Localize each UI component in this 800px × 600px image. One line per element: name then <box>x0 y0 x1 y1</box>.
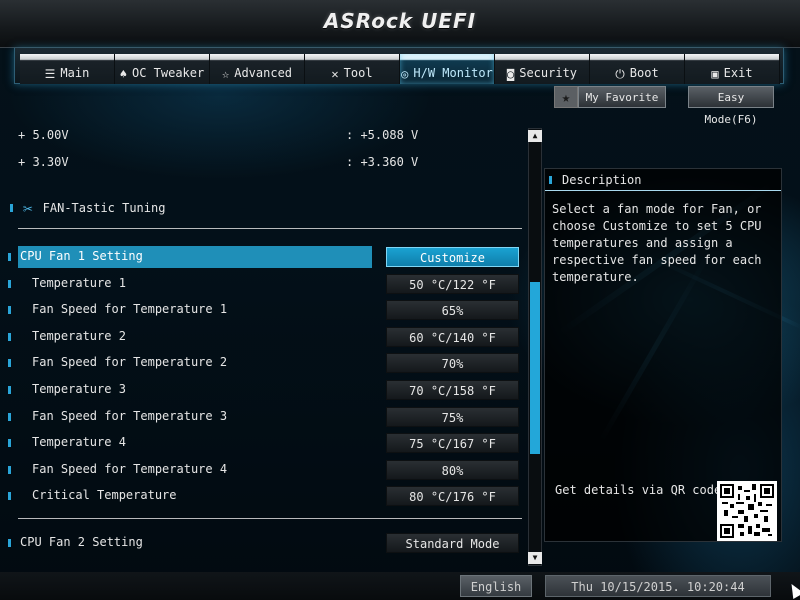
tab-main[interactable]: ☰ Main <box>20 54 115 84</box>
tab-label: OC Tweaker <box>131 66 205 80</box>
favorite-star-icon[interactable]: ★ <box>554 86 578 108</box>
setting-label: Fan Speed for Temperature 2 <box>32 355 228 369</box>
easy-mode-button[interactable]: Easy Mode(F6) <box>688 86 774 126</box>
divider <box>18 518 522 519</box>
voltage-label: + 5.00V <box>18 128 69 142</box>
language-selector[interactable]: English <box>460 575 532 597</box>
row-marker <box>10 204 13 212</box>
setting-label: CPU Fan 2 Setting <box>20 535 143 549</box>
tab-oc-tweaker[interactable]: ♠ OC Tweaker <box>115 54 210 84</box>
tab-tool[interactable]: ✕ Tool <box>305 54 400 84</box>
setting-value[interactable]: 70% <box>386 353 519 373</box>
wrench-icon: ✂ <box>23 198 33 218</box>
shield-icon: ◙ <box>506 67 515 81</box>
voltage-label: + 3.30V <box>18 155 69 169</box>
scroll-up-arrow-icon[interactable]: ▲ <box>528 130 542 142</box>
tab-label: Main <box>60 66 90 80</box>
setting-value[interactable]: 80% <box>386 460 519 480</box>
setting-row[interactable]: Temperature 2 60 °C/140 °F <box>6 326 522 348</box>
setting-label: Temperature 4 <box>32 435 126 449</box>
qr-label: Get details via QR code <box>555 483 722 497</box>
tab-boot[interactable]: ⏻ Boot <box>590 54 685 84</box>
setting-value[interactable]: 50 °C/122 °F <box>386 274 519 294</box>
description-text: Select a fan mode for Fan, or choose Cus… <box>552 202 762 284</box>
setting-value[interactable]: 80 °C/176 °F <box>386 486 519 506</box>
row-marker <box>8 386 11 394</box>
setting-label: Temperature 3 <box>32 382 126 396</box>
row-marker <box>8 253 11 261</box>
divider <box>18 228 522 229</box>
main-tabs: ☰ Main ♠ OC Tweaker ☆ Advanced ✕ Tool ◎ H/W Monit… <box>20 54 780 84</box>
setting-row[interactable]: Fan Speed for Temperature 2 70% <box>6 352 522 374</box>
setting-label: Critical Temperature <box>32 488 177 502</box>
tab-label: H/W Monitor <box>413 66 493 80</box>
date-time-display: Thu 10/15/2015. 10:20:44 <box>545 575 771 597</box>
setting-value[interactable]: 60 °C/140 °F <box>386 327 519 347</box>
row-marker <box>8 439 11 447</box>
section-title: FAN-Tastic Tuning <box>42 201 166 215</box>
row-marker <box>8 333 11 341</box>
tab-exit[interactable]: ▣ Exit <box>685 54 780 84</box>
setting-value[interactable]: 65% <box>386 300 519 320</box>
description-header: Description <box>545 169 781 191</box>
tab-h-w-monitor[interactable]: ◎ H/W Monitor <box>400 54 495 84</box>
tab-advanced[interactable]: ☆ Advanced <box>210 54 305 84</box>
voltage-value: : +3.360 V <box>346 155 419 169</box>
fan-tastic-tuning-section[interactable]: ✂ FAN-Tastic Tuning <box>10 198 165 218</box>
exit-icon: ▣ <box>711 67 719 81</box>
setting-row[interactable]: Fan Speed for Temperature 3 75% <box>6 406 522 428</box>
setting-value[interactable]: 75 °C/167 °F <box>386 433 519 453</box>
tools-icon: ✕ <box>331 67 339 81</box>
scroll-down-arrow-icon[interactable]: ▼ <box>528 552 542 564</box>
setting-value[interactable]: Customize <box>386 247 519 267</box>
setting-label: Temperature 1 <box>32 276 126 290</box>
row-marker <box>8 492 11 500</box>
setting-label: Temperature 2 <box>32 329 126 343</box>
setting-row[interactable]: Fan Speed for Temperature 1 65% <box>6 299 522 321</box>
my-favorite-button[interactable]: My Favorite <box>578 86 666 108</box>
power-icon: ⏻ <box>615 67 625 81</box>
row-marker <box>8 466 11 474</box>
setting-row[interactable]: Temperature 4 75 °C/167 °F <box>6 432 522 454</box>
setting-value[interactable]: 75% <box>386 407 519 427</box>
setting-value[interactable]: 70 °C/158 °F <box>386 380 519 400</box>
row-marker <box>8 280 11 288</box>
tab-label: Tool <box>343 66 373 80</box>
list-icon: ☰ <box>44 67 56 81</box>
setting-label: Fan Speed for Temperature 3 <box>32 409 228 423</box>
setting-row-cpu-fan-2[interactable]: CPU Fan 2 Setting Standard Mode <box>6 532 522 554</box>
tab-label: Security <box>519 66 578 80</box>
voltage-value: : +5.088 V <box>346 128 419 142</box>
setting-value[interactable]: Standard Mode <box>386 533 519 553</box>
setting-row[interactable]: Critical Temperature 80 °C/176 °F <box>6 485 522 507</box>
globe-icon: ◎ <box>401 67 409 81</box>
setting-label: Fan Speed for Temperature 4 <box>32 462 228 476</box>
setting-row[interactable]: Temperature 1 50 °C/122 °F <box>6 273 522 295</box>
scrollbar-thumb[interactable] <box>530 282 540 454</box>
flame-icon: ♠ <box>119 67 127 81</box>
setting-label: CPU Fan 1 Setting <box>20 249 143 263</box>
row-marker <box>8 539 11 547</box>
setting-row[interactable]: Fan Speed for Temperature 4 80% <box>6 459 522 481</box>
row-marker <box>8 359 11 367</box>
row-marker <box>549 175 552 184</box>
description-panel: Description Select a fan mode for Fan, o… <box>544 168 782 542</box>
app-logo: ASRock UEFI <box>323 9 477 33</box>
title-bar: ASRock UEFI <box>0 0 800 48</box>
setting-label: Fan Speed for Temperature 1 <box>32 302 228 316</box>
row-marker <box>8 306 11 314</box>
tab-label: Boot <box>629 66 659 80</box>
setting-row[interactable]: CPU Fan 1 Setting Customize <box>6 246 522 268</box>
star-icon: ☆ <box>221 67 230 81</box>
setting-row[interactable]: Temperature 3 70 °C/158 °F <box>6 379 522 401</box>
row-marker <box>8 413 11 421</box>
tab-label: Exit <box>723 66 753 80</box>
tab-label: Advanced <box>234 66 293 80</box>
tab-security[interactable]: ◙ Security <box>495 54 590 84</box>
description-title: Description <box>562 172 642 187</box>
qr-code-icon <box>717 481 777 541</box>
